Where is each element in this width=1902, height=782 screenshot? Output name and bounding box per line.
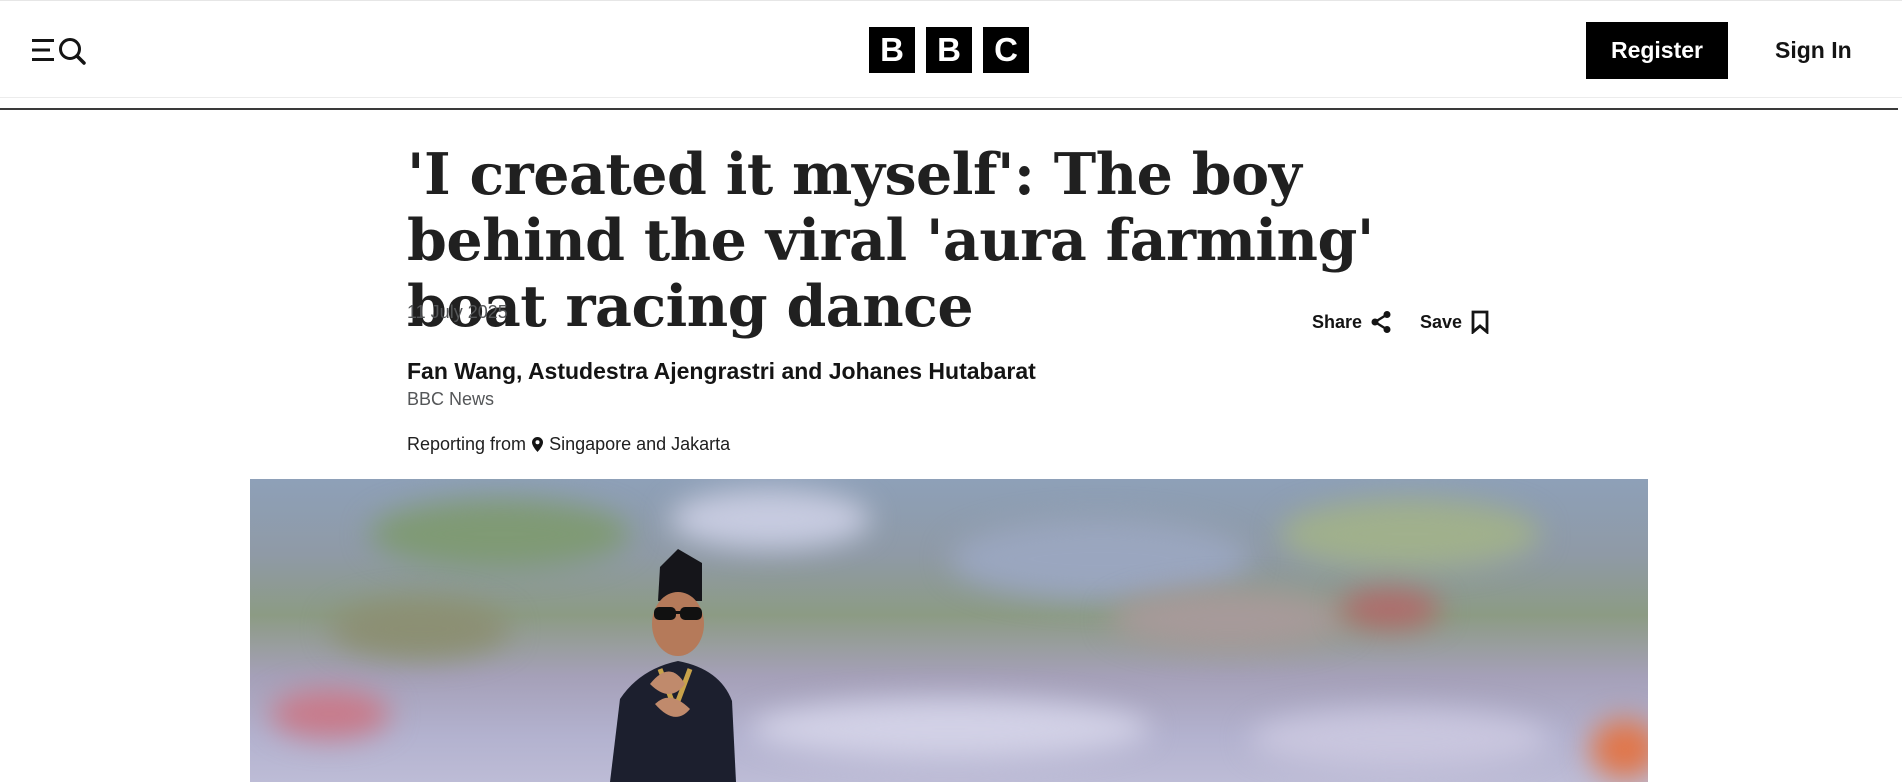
dancing-boy-figure (610, 549, 736, 782)
header-divider (0, 108, 1898, 110)
publication-name: BBC News (407, 389, 495, 409)
article-authors: Fan Wang, Astudestra Ajengrastri and Joh… (407, 358, 1036, 384)
menu-lines-icon (32, 38, 86, 65)
bg-blob (1590, 719, 1648, 779)
bg-blob (950, 519, 1250, 599)
share-label: Share (1312, 311, 1363, 332)
bg-blob (1110, 589, 1350, 649)
site-header: B B C Register Sign In (0, 0, 1902, 98)
sign-in-link[interactable]: Sign In (1775, 34, 1852, 66)
reporting-location: Singapore and Jakarta (549, 433, 731, 454)
save-label: Save (1420, 311, 1463, 332)
bg-blob (270, 689, 390, 739)
logo-letter-b2: B (926, 27, 972, 73)
search-icon (59, 38, 86, 65)
menu-search-button[interactable] (32, 35, 92, 65)
logo-letter-c: C (983, 27, 1029, 73)
map-pin-icon (532, 436, 544, 452)
hero-image (250, 479, 1648, 782)
article-page: B B C Register Sign In 'I created it mys… (0, 0, 1902, 782)
register-button[interactable]: Register (1586, 22, 1728, 79)
reporting-from: Reporting from Singapore and Jakarta (407, 433, 730, 455)
bg-blob (1340, 589, 1440, 629)
publish-date: 11 July 2025 (407, 302, 508, 322)
bg-blob (750, 699, 1150, 759)
bg-blob (1280, 499, 1540, 569)
bg-blob (330, 599, 510, 659)
bookmark-icon (1471, 310, 1489, 334)
share-button[interactable]: Share (1312, 309, 1392, 335)
bbc-logo[interactable]: B B C (869, 27, 1029, 73)
logo-letter-b1: B (869, 27, 915, 73)
share-icon (1371, 311, 1391, 333)
reporting-prefix: Reporting from (407, 433, 527, 454)
bg-blob (1250, 709, 1550, 769)
save-button[interactable]: Save (1420, 309, 1490, 335)
